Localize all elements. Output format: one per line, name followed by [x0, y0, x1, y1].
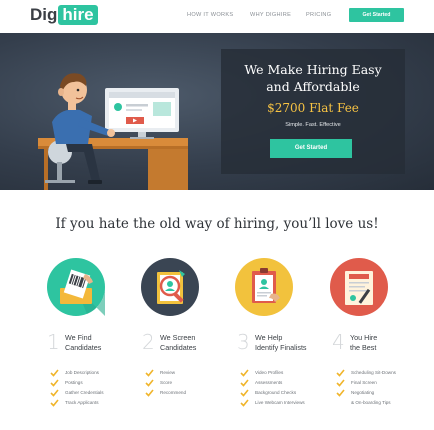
list-item: Review	[145, 368, 186, 378]
logo-text-hire: hire	[58, 5, 98, 25]
list-item-label: Negotiating	[351, 390, 375, 395]
list-item: Final Screen	[336, 378, 396, 388]
list-item: Live Webcam Interviews	[240, 398, 305, 408]
step-4-list: Scheduling Sit-Downs Final Screen Negoti…	[336, 368, 396, 408]
list-item-label: & On-boarding Tips	[351, 400, 391, 405]
checkmark-icon	[50, 399, 59, 407]
list-item-label: Background Checks	[255, 390, 297, 395]
hero-banner: We Make Hiring Easy and Affordable $2700…	[0, 33, 434, 190]
step-3-title-line2: Identify Finalists	[255, 343, 307, 352]
checkmark-icon	[50, 389, 59, 397]
hero-info-panel: We Make Hiring Easy and Affordable $2700…	[221, 49, 405, 174]
list-item: & On-boarding Tips	[336, 398, 396, 408]
step-3-title: We Help Identify Finalists	[255, 333, 307, 353]
screening-icon	[141, 258, 199, 316]
list-item-label: Score	[160, 380, 173, 385]
list-item-label: Review	[160, 370, 176, 375]
list-item-label: Live Webcam Interviews	[255, 400, 305, 405]
list-item-label: Assessments	[255, 380, 283, 385]
list-item: Assessments	[240, 378, 305, 388]
list-item: Negotiating	[336, 388, 396, 398]
list-item: Gather Credentials	[50, 388, 104, 398]
dighire-logo[interactable]: Dig hire	[30, 5, 98, 25]
step-2-number: 2	[142, 330, 155, 354]
checkmark-icon	[50, 379, 59, 387]
candidate-profile-icon	[235, 258, 293, 316]
header-get-started-button[interactable]: Get Started	[349, 8, 404, 22]
checkmark-icon	[336, 379, 345, 387]
list-item-label: Gather Credentials	[65, 390, 104, 395]
list-item-label: Video Profiles	[255, 370, 284, 375]
checkmark-icon	[336, 389, 345, 397]
job-posting-icon	[47, 258, 105, 316]
hero-price: $2700 Flat Fee	[267, 101, 359, 115]
step-4-title-line1: You Hire	[350, 333, 378, 342]
list-item-label: Job Descriptions	[65, 370, 99, 375]
checkmark-icon	[336, 369, 345, 377]
step-4-number: 4	[332, 330, 345, 354]
checkmark-icon	[240, 399, 249, 407]
step-2-title-line1: We Screen	[160, 333, 196, 342]
list-item-label: Postings	[65, 380, 83, 385]
hero-get-started-button[interactable]: Get Started	[270, 139, 352, 158]
step-4-title-line2: the Best	[350, 343, 377, 352]
list-item-label: Recommend	[160, 390, 187, 395]
logo-text-dig: Dig	[30, 5, 58, 24]
hero-subtitle: Simple. Fast. Effective	[285, 122, 341, 128]
step-3-title-line1: We Help	[255, 333, 283, 342]
hero-title-line2: and Affordable	[266, 79, 360, 94]
section-title: If you hate the old way of hiring, you’l…	[55, 216, 379, 232]
hero-title-line1: We Make Hiring Easy	[244, 62, 382, 77]
step-2-title: We Screen Candidates	[160, 333, 196, 353]
list-item: Scheduling Sit-Downs	[336, 368, 396, 378]
checkmark-icon	[50, 369, 59, 377]
step-4-title: You Hire the Best	[350, 333, 377, 353]
step-1-list: Job Descriptions Postings Gather Credent…	[50, 368, 104, 408]
list-item: Track Applicants	[50, 398, 104, 408]
step-1-title-line2: Candidates	[65, 343, 102, 352]
contract-icon	[330, 258, 388, 316]
list-item: Background Checks	[240, 388, 305, 398]
checkmark-icon	[240, 379, 249, 387]
person-at-desk-illustration	[38, 73, 188, 190]
list-item: Postings	[50, 378, 104, 388]
list-item: Score	[145, 378, 186, 388]
list-item-label: Final Screen	[351, 380, 377, 385]
list-item: Video Profiles	[240, 368, 305, 378]
nav-how-it-works[interactable]: HOW IT WORKS	[187, 12, 233, 18]
step-1-title-line1: We Find	[65, 333, 92, 342]
step-2-list: Review Score Recommend	[145, 368, 186, 398]
step-1-title: We Find Candidates	[65, 333, 101, 353]
checkmark-icon	[145, 389, 154, 397]
step-2-title-line2: Candidates	[160, 343, 197, 352]
list-item: Job Descriptions	[50, 368, 104, 378]
step-3-list: Video Profiles Assessments Background Ch…	[240, 368, 305, 408]
checkmark-icon	[240, 369, 249, 377]
list-item-label: Track Applicants	[65, 400, 99, 405]
nav-why-dighire[interactable]: WHY DIGHIRE	[250, 12, 291, 18]
list-item: Recommend	[145, 388, 186, 398]
step-3-number: 3	[237, 330, 250, 354]
checkmark-icon	[240, 389, 249, 397]
step-1-number: 1	[47, 330, 60, 354]
site-header: Dig hire HOW IT WORKS WHY DIGHIRE PRICIN…	[0, 0, 434, 32]
hero-title: We Make Hiring Easy and Affordable	[221, 61, 405, 95]
nav-pricing[interactable]: PRICING	[306, 12, 331, 18]
checkmark-icon	[145, 369, 154, 377]
list-item-label: Scheduling Sit-Downs	[351, 370, 396, 375]
checkmark-icon	[145, 379, 154, 387]
